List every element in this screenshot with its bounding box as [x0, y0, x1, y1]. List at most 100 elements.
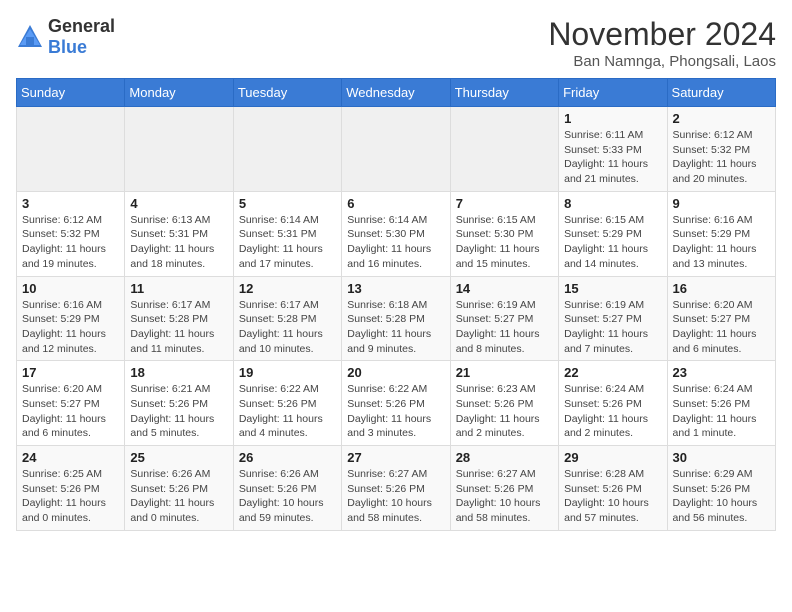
- day-number: 26: [239, 450, 336, 465]
- calendar-week-row: 17 Sunrise: 6:20 AM Sunset: 5:27 PM Dayli…: [17, 361, 776, 446]
- day-info: Sunrise: 6:21 AM Sunset: 5:26 PM Dayligh…: [130, 382, 227, 441]
- day-number: 7: [456, 196, 553, 211]
- calendar-cell: 4Sunrise: 6:13 AM Sunset: 5:31 PM Daylig…: [125, 191, 233, 276]
- day-number: 9: [673, 196, 770, 211]
- day-number: 15: [564, 281, 661, 296]
- day-number: 17: [22, 365, 119, 380]
- day-info: Sunrise: 6:28 AM Sunset: 5:26 PM Dayligh…: [564, 467, 661, 526]
- calendar-cell: 29Sunrise: 6:28 AM Sunset: 5:26 PM Dayli…: [559, 446, 667, 531]
- calendar-header-row: SundayMondayTuesdayWednesdayThursdayFrid…: [17, 79, 776, 107]
- calendar-cell: 21Sunrise: 6:23 AM Sunset: 5:26 PM Dayli…: [450, 361, 558, 446]
- logo-text: General Blue: [48, 16, 115, 58]
- calendar-cell: 28Sunrise: 6:27 AM Sunset: 5:26 PM Dayli…: [450, 446, 558, 531]
- day-info: Sunrise: 6:20 AM Sunset: 5:27 PM Dayligh…: [22, 382, 119, 441]
- day-number: 10: [22, 281, 119, 296]
- day-number: 13: [347, 281, 444, 296]
- day-info: Sunrise: 6:26 AM Sunset: 5:26 PM Dayligh…: [239, 467, 336, 526]
- logo-blue: Blue: [48, 37, 87, 57]
- calendar-cell: 26 Sunrise: 6:26 AM Sunset: 5:26 PM Dayli…: [233, 446, 341, 531]
- day-info: Sunrise: 6:17 AM Sunset: 5:28 PM Dayligh…: [130, 298, 227, 357]
- calendar-cell: 27Sunrise: 6:27 AM Sunset: 5:26 PM Dayli…: [342, 446, 450, 531]
- day-info: Sunrise: 6:16 AM Sunset: 5:29 PM Dayligh…: [22, 298, 119, 357]
- day-info: Sunrise: 6:15 AM Sunset: 5:30 PM Dayligh…: [456, 213, 553, 272]
- day-number: 22: [564, 365, 661, 380]
- day-number: 23: [673, 365, 770, 380]
- day-info: Sunrise: 6:18 AM Sunset: 5:28 PM Dayligh…: [347, 298, 444, 357]
- calendar-cell: 30 Sunrise: 6:29 AM Sunset: 5:26 PM Dayli…: [667, 446, 775, 531]
- day-info: Sunrise: 6:24 AM Sunset: 5:26 PM Dayligh…: [564, 382, 661, 441]
- calendar-cell: 3Sunrise: 6:12 AM Sunset: 5:32 PM Daylig…: [17, 191, 125, 276]
- day-number: 1: [564, 111, 661, 126]
- calendar-table: SundayMondayTuesdayWednesdayThursdayFrid…: [16, 78, 776, 531]
- day-number: 8: [564, 196, 661, 211]
- calendar-cell: 14 Sunrise: 6:19 AM Sunset: 5:27 PM Dayli…: [450, 276, 558, 361]
- day-of-week-header: Tuesday: [233, 79, 341, 107]
- calendar-cell: 20 Sunrise: 6:22 AM Sunset: 5:26 PM Dayli…: [342, 361, 450, 446]
- calendar-cell: 15Sunrise: 6:19 AM Sunset: 5:27 PM Dayli…: [559, 276, 667, 361]
- calendar-cell: [233, 107, 341, 192]
- calendar-cell: 12 Sunrise: 6:17 AM Sunset: 5:28 PM Dayli…: [233, 276, 341, 361]
- page-header: General Blue November 2024 Ban Namnga, P…: [16, 16, 776, 70]
- day-number: 14: [456, 281, 553, 296]
- day-number: 16: [673, 281, 770, 296]
- day-info: Sunrise: 6:14 AM Sunset: 5:31 PM Dayligh…: [239, 213, 336, 272]
- calendar-cell: 18 Sunrise: 6:21 AM Sunset: 5:26 PM Dayli…: [125, 361, 233, 446]
- day-info: Sunrise: 6:22 AM Sunset: 5:26 PM Dayligh…: [239, 382, 336, 441]
- day-info: Sunrise: 6:19 AM Sunset: 5:27 PM Dayligh…: [456, 298, 553, 357]
- day-info: Sunrise: 6:25 AM Sunset: 5:26 PM Dayligh…: [22, 467, 119, 526]
- day-number: 6: [347, 196, 444, 211]
- calendar-week-row: 3Sunrise: 6:12 AM Sunset: 5:32 PM Daylig…: [17, 191, 776, 276]
- day-of-week-header: Sunday: [17, 79, 125, 107]
- calendar-cell: 9 Sunrise: 6:16 AM Sunset: 5:29 PM Daylig…: [667, 191, 775, 276]
- day-info: Sunrise: 6:13 AM Sunset: 5:31 PM Dayligh…: [130, 213, 227, 272]
- calendar-cell: 23 Sunrise: 6:24 AM Sunset: 5:26 PM Dayli…: [667, 361, 775, 446]
- day-info: Sunrise: 6:15 AM Sunset: 5:29 PM Dayligh…: [564, 213, 661, 272]
- day-of-week-header: Wednesday: [342, 79, 450, 107]
- calendar-week-row: 10 Sunrise: 6:16 AM Sunset: 5:29 PM Dayli…: [17, 276, 776, 361]
- day-number: 30: [673, 450, 770, 465]
- day-of-week-header: Saturday: [667, 79, 775, 107]
- day-of-week-header: Friday: [559, 79, 667, 107]
- calendar-cell: 13 Sunrise: 6:18 AM Sunset: 5:28 PM Dayli…: [342, 276, 450, 361]
- day-info: Sunrise: 6:29 AM Sunset: 5:26 PM Dayligh…: [673, 467, 770, 526]
- calendar-cell: 8 Sunrise: 6:15 AM Sunset: 5:29 PM Daylig…: [559, 191, 667, 276]
- day-number: 25: [130, 450, 227, 465]
- calendar-cell: 19 Sunrise: 6:22 AM Sunset: 5:26 PM Dayli…: [233, 361, 341, 446]
- day-info: Sunrise: 6:24 AM Sunset: 5:26 PM Dayligh…: [673, 382, 770, 441]
- calendar-cell: 17 Sunrise: 6:20 AM Sunset: 5:27 PM Dayli…: [17, 361, 125, 446]
- day-info: Sunrise: 6:17 AM Sunset: 5:28 PM Dayligh…: [239, 298, 336, 357]
- day-info: Sunrise: 6:12 AM Sunset: 5:32 PM Dayligh…: [673, 128, 770, 187]
- day-number: 5: [239, 196, 336, 211]
- calendar-week-row: 1 Sunrise: 6:11 AM Sunset: 5:33 PM Daylig…: [17, 107, 776, 192]
- calendar-cell: 24Sunrise: 6:25 AM Sunset: 5:26 PM Dayli…: [17, 446, 125, 531]
- day-number: 19: [239, 365, 336, 380]
- day-number: 20: [347, 365, 444, 380]
- calendar-cell: [450, 107, 558, 192]
- calendar-cell: 7 Sunrise: 6:15 AM Sunset: 5:30 PM Daylig…: [450, 191, 558, 276]
- day-number: 18: [130, 365, 227, 380]
- day-info: Sunrise: 6:16 AM Sunset: 5:29 PM Dayligh…: [673, 213, 770, 272]
- day-number: 27: [347, 450, 444, 465]
- calendar-cell: [125, 107, 233, 192]
- day-number: 2: [673, 111, 770, 126]
- title-block: November 2024 Ban Namnga, Phongsali, Lao…: [548, 16, 776, 70]
- calendar-cell: 10 Sunrise: 6:16 AM Sunset: 5:29 PM Dayli…: [17, 276, 125, 361]
- calendar-cell: 1 Sunrise: 6:11 AM Sunset: 5:33 PM Daylig…: [559, 107, 667, 192]
- calendar-cell: 5 Sunrise: 6:14 AM Sunset: 5:31 PM Daylig…: [233, 191, 341, 276]
- calendar-cell: [342, 107, 450, 192]
- calendar-cell: 6Sunrise: 6:14 AM Sunset: 5:30 PM Daylig…: [342, 191, 450, 276]
- logo-general: General: [48, 16, 115, 36]
- logo: General Blue: [16, 16, 115, 58]
- day-info: Sunrise: 6:22 AM Sunset: 5:26 PM Dayligh…: [347, 382, 444, 441]
- day-info: Sunrise: 6:11 AM Sunset: 5:33 PM Dayligh…: [564, 128, 661, 187]
- calendar-cell: 22 Sunrise: 6:24 AM Sunset: 5:26 PM Dayli…: [559, 361, 667, 446]
- day-number: 12: [239, 281, 336, 296]
- calendar-cell: 11Sunrise: 6:17 AM Sunset: 5:28 PM Dayli…: [125, 276, 233, 361]
- day-of-week-header: Thursday: [450, 79, 558, 107]
- month-title: November 2024: [548, 16, 776, 53]
- day-info: Sunrise: 6:20 AM Sunset: 5:27 PM Dayligh…: [673, 298, 770, 357]
- day-of-week-header: Monday: [125, 79, 233, 107]
- calendar-cell: 2 Sunrise: 6:12 AM Sunset: 5:32 PM Daylig…: [667, 107, 775, 192]
- calendar-week-row: 24Sunrise: 6:25 AM Sunset: 5:26 PM Dayli…: [17, 446, 776, 531]
- logo-icon: [16, 23, 44, 51]
